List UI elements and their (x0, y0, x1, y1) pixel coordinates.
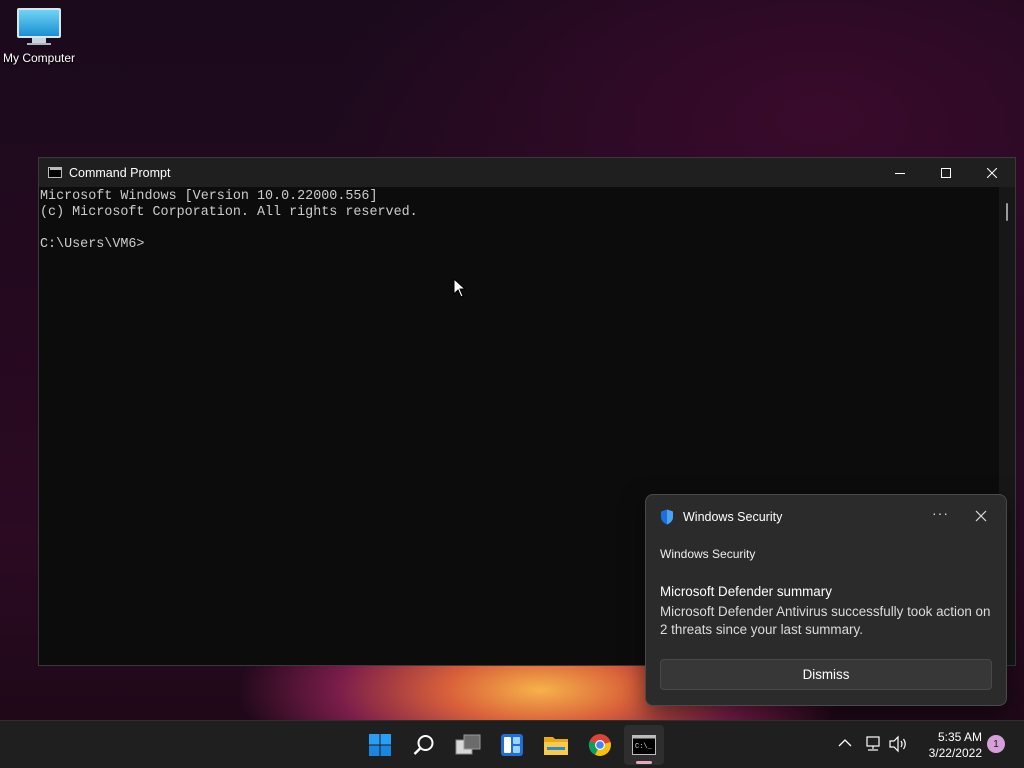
chrome-button[interactable] (580, 725, 620, 765)
task-view-button[interactable] (448, 725, 488, 765)
network-icon[interactable] (864, 735, 882, 753)
start-icon (369, 734, 391, 756)
widgets-icon (501, 734, 523, 756)
command-prompt-icon: C:\_ (632, 735, 656, 755)
notification-header: Windows Security (660, 509, 782, 525)
computer-icon (0, 8, 78, 45)
command-prompt-icon (48, 167, 62, 178)
clock-time: 5:35 AM (937, 730, 982, 744)
minimize-button[interactable] (877, 158, 923, 187)
notification-source: Windows Security (660, 547, 756, 561)
close-icon (987, 167, 997, 178)
maximize-button[interactable] (923, 158, 969, 187)
notification-app-name: Windows Security (683, 510, 783, 524)
svg-text:C:\_: C:\_ (635, 743, 653, 751)
chevron-up-icon[interactable] (838, 738, 852, 748)
desktop-icon-my-computer[interactable]: My Computer (0, 8, 78, 65)
shield-icon (661, 509, 673, 525)
file-explorer-icon (544, 737, 568, 755)
minimize-icon (895, 172, 905, 174)
file-explorer-button[interactable] (536, 725, 576, 765)
window-title: Command Prompt (69, 165, 171, 180)
notification-headline: Microsoft Defender summary (660, 584, 832, 599)
search-button[interactable] (404, 725, 444, 765)
active-app-indicator (636, 761, 652, 764)
volume-icon[interactable] (888, 735, 908, 753)
more-options-button[interactable]: ··· (932, 505, 948, 521)
task-view-icon (455, 734, 481, 755)
console-line: (c) Microsoft Corporation. All rights re… (40, 205, 418, 220)
security-notification[interactable]: Windows Security ··· Windows Security Mi… (645, 494, 1007, 706)
notification-count-badge[interactable]: 1 (987, 735, 1005, 753)
start-button[interactable] (360, 725, 400, 765)
clock-date: 3/22/2022 (928, 746, 982, 760)
widgets-button[interactable] (492, 725, 532, 765)
desktop-icon-label: My Computer (2, 51, 76, 65)
clock[interactable]: 5:35 AM 3/22/2022 (912, 729, 982, 761)
console-prompt[interactable]: C:\Users\VM6> (40, 237, 999, 253)
maximize-icon (941, 167, 951, 178)
command-prompt-taskbar-button[interactable]: C:\_ (624, 725, 664, 765)
search-icon (413, 735, 434, 755)
close-button[interactable] (969, 158, 1015, 187)
mouse-cursor-icon (453, 278, 467, 298)
notification-body: Microsoft Defender Antivirus successfull… (660, 604, 991, 637)
dismiss-button[interactable]: Dismiss (660, 659, 992, 690)
chrome-icon (588, 734, 611, 756)
console-line: ​ (40, 221, 999, 237)
notification-close-button[interactable] (974, 509, 988, 523)
window-titlebar[interactable]: Command Prompt (39, 158, 1015, 187)
console-line: Microsoft Windows [Version 10.0.22000.55… (40, 189, 378, 204)
taskbar: C:\_ 5:35 AM 3/22/2022 (0, 720, 1024, 768)
scrollbar-thumb[interactable] (1006, 203, 1008, 221)
